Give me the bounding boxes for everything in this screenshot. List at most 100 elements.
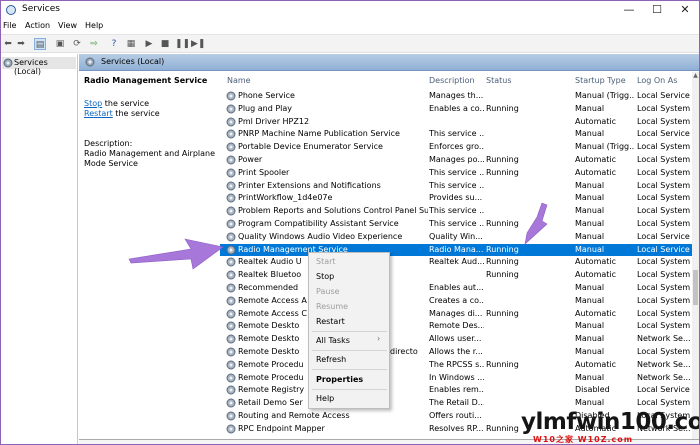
minimize-button[interactable]: — <box>615 1 643 19</box>
help-icon[interactable]: ? <box>108 38 120 50</box>
services-list: Name Description Status Startup Type Log… <box>220 72 692 444</box>
service-desc-cell: Allows user... <box>429 334 482 344</box>
gear-icon <box>226 206 236 216</box>
column-header-status[interactable]: Status <box>486 76 512 85</box>
service-row[interactable]: Realtek Audio U Realtek Aud... Running Auto… <box>220 256 692 269</box>
forward-arrow-icon[interactable]: ➡ <box>15 38 27 50</box>
stop-suffix: the service <box>102 99 150 108</box>
service-desc-cell: Remote Des... <box>429 321 484 331</box>
services-header-bar: Services (Local) <box>79 54 699 71</box>
service-row[interactable]: Remote Deskto directo Allows the r... Manua… <box>220 346 692 359</box>
service-desc-cell: Enables a co... <box>429 103 484 113</box>
export-list-icon[interactable]: ⇨ <box>88 38 100 50</box>
gear-icon <box>226 129 236 139</box>
gear-icon <box>226 373 236 383</box>
submenu-arrow-icon: › <box>377 334 381 343</box>
service-logon-cell: Local System <box>637 167 691 177</box>
service-row[interactable]: Quality Windows Audio Video Experience Qu… <box>220 231 692 244</box>
menu-separator <box>312 389 387 390</box>
service-row[interactable]: Printer Extensions and Notifications This… <box>220 180 692 193</box>
context-menu-restart[interactable]: Restart <box>316 317 345 326</box>
service-row[interactable]: Recommended Enables aut... Manual Local Sys… <box>220 282 692 295</box>
service-name-cell: Plug and Play <box>238 103 293 113</box>
column-header-name[interactable]: Name <box>227 76 251 85</box>
menu-bar: File Action View Help <box>1 19 699 33</box>
service-row[interactable]: Remote Deskto Remote Des... Manual Local Sy… <box>220 320 692 333</box>
service-logon-cell: Network Se... <box>637 359 691 369</box>
restart-service-link[interactable]: Restart <box>84 109 113 118</box>
service-desc-cell: Realtek Aud... <box>429 257 484 267</box>
context-menu-refresh[interactable]: Refresh <box>316 355 346 364</box>
service-row[interactable]: Portable Device Enumerator Service Enforc… <box>220 141 692 154</box>
gear-icon <box>226 117 236 127</box>
service-row[interactable]: Program Compatibility Assistant Service T… <box>220 218 692 231</box>
service-row[interactable]: Remote Deskto Allows user... Manual Network… <box>220 333 692 346</box>
service-row[interactable]: Realtek Bluetoo Running Automatic Local Sys… <box>220 269 692 282</box>
service-logon-cell: Local System <box>637 308 691 318</box>
start-service-icon[interactable]: ▶ <box>143 38 155 50</box>
service-desc-cell: In Windows ... <box>429 372 484 382</box>
show-hide-console-tree-icon[interactable]: ▤ <box>34 38 46 50</box>
menu-separator <box>312 350 387 351</box>
service-desc-cell: This service ... <box>429 206 484 216</box>
menu-help[interactable]: Help <box>85 21 103 30</box>
refresh-icon[interactable]: ⟳ <box>71 38 83 50</box>
context-menu-all-tasks[interactable]: All Tasks <box>316 336 350 345</box>
context-menu-stop[interactable]: Stop <box>316 272 334 281</box>
stop-service-icon[interactable]: ■ <box>159 38 171 50</box>
console-tree: Services (Local) <box>1 54 78 444</box>
close-button[interactable]: ✕ <box>671 1 699 19</box>
gear-icon <box>226 142 236 152</box>
scrollbar-thumb[interactable] <box>693 270 698 305</box>
context-menu-properties[interactable]: Properties <box>316 375 363 384</box>
vertical-scrollbar[interactable]: ▲ <box>692 72 699 444</box>
context-menu-help[interactable]: Help <box>316 394 334 403</box>
tree-node-services-local[interactable]: Services (Local) <box>2 57 76 76</box>
service-row[interactable]: Phone Service Manages th... Manual (Trigg.… <box>220 90 692 103</box>
service-logon-cell: Network Se... <box>637 334 691 344</box>
pause-service-icon[interactable]: ❚❚ <box>175 38 190 50</box>
description-label: Description: <box>84 139 133 148</box>
service-row[interactable]: Remote Access C Manages di... Running Autom… <box>220 308 692 321</box>
service-row[interactable]: Power Manages po... Running Automatic Local … <box>220 154 692 167</box>
service-startup-cell: Manual <box>575 398 605 408</box>
menu-file[interactable]: File <box>3 21 16 30</box>
service-row[interactable]: Radio Management Service Radio Mana... Run… <box>220 243 692 257</box>
service-name-tail: directo <box>390 347 418 356</box>
scroll-up-icon[interactable]: ▲ <box>692 72 699 80</box>
service-row[interactable]: Plug and Play Enables a co... Running Manua… <box>220 103 692 116</box>
menu-view[interactable]: View <box>58 21 77 30</box>
gear-icon <box>226 360 236 370</box>
service-startup-cell: Automatic <box>575 167 617 177</box>
maximize-button[interactable]: ☐ <box>643 1 671 19</box>
services-window: Services — ☐ ✕ File Action View Help ⬅ ➡… <box>0 0 700 445</box>
console-icon[interactable]: ▣ <box>54 38 66 50</box>
service-row[interactable]: Pml Driver HPZ12 Automatic Local System <box>220 116 692 129</box>
restart-service-icon[interactable]: ▶❚ <box>191 38 205 50</box>
service-logon-cell: Local System <box>637 295 691 305</box>
service-row[interactable]: Remote Procedu The RPCSS s... Running Autom… <box>220 359 692 372</box>
properties-pane-icon[interactable]: ▦ <box>125 38 137 50</box>
service-row[interactable]: Remote Procedu In Windows ... Manual Networ… <box>220 372 692 385</box>
gear-icon <box>226 334 236 344</box>
service-row[interactable]: PrintWorkflow_1d4e07e Provides su... Manua… <box>220 192 692 205</box>
service-status-cell: Running <box>486 155 519 164</box>
service-desc-cell: Enables rem... <box>429 385 484 395</box>
stop-service-link[interactable]: Stop <box>84 99 102 108</box>
column-header-description[interactable]: Description <box>429 76 475 85</box>
service-row[interactable]: Problem Reports and Solutions Control Pa… <box>220 205 692 218</box>
service-row[interactable]: Remote Registry Enables rem... Disabled Loc… <box>220 384 692 397</box>
service-startup-cell: Manual <box>575 231 605 241</box>
back-arrow-icon[interactable]: ⬅ <box>2 38 14 50</box>
service-logon-cell: Local System <box>637 193 691 203</box>
service-status-cell: Running <box>486 257 519 267</box>
service-logon-cell: Local Service <box>637 231 690 241</box>
service-row[interactable]: Print Spooler This service ... Running Auto… <box>220 167 692 180</box>
column-header-startup-type[interactable]: Startup Type <box>575 76 626 85</box>
menu-action[interactable]: Action <box>25 21 50 30</box>
column-header-log-on-as[interactable]: Log On As <box>637 76 677 85</box>
service-row[interactable]: PNRP Machine Name Publication Service Thi… <box>220 128 692 141</box>
service-startup-cell: Automatic <box>575 308 617 318</box>
service-row[interactable]: Remote Access A Creates a co... Manual Loca… <box>220 295 692 308</box>
title-bar: Services — ☐ ✕ <box>1 1 699 19</box>
